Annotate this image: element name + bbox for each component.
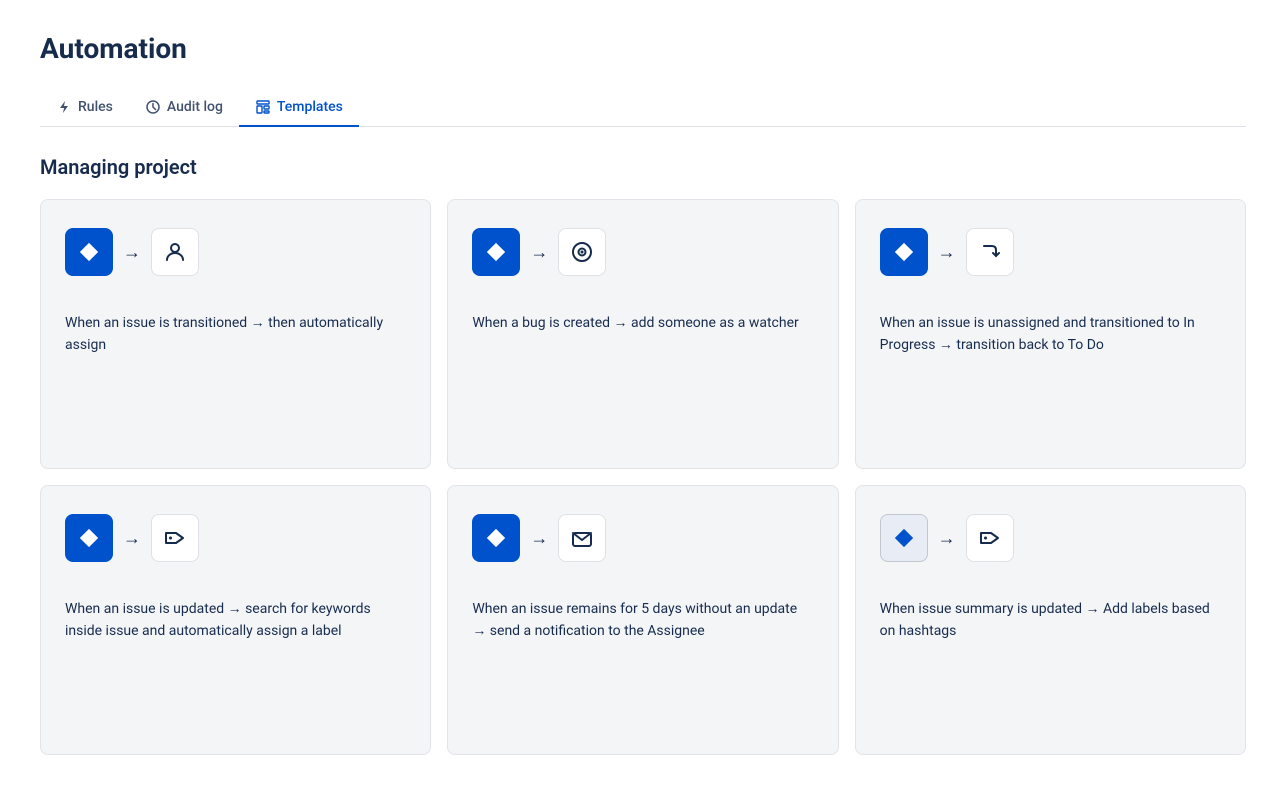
arrow-4: → bbox=[123, 528, 141, 549]
action-icon-1 bbox=[151, 228, 199, 276]
tab-templates[interactable]: Templates bbox=[239, 89, 359, 127]
card-5-description: When an issue remains for 5 days without… bbox=[472, 598, 813, 722]
trigger-icon-5 bbox=[472, 514, 520, 562]
trigger-icon-4 bbox=[65, 514, 113, 562]
card-2-icons: → bbox=[472, 228, 813, 276]
card-3[interactable]: → When an issue is unassigned and transi… bbox=[855, 199, 1246, 469]
template-icon bbox=[255, 99, 271, 115]
card-1-icons: → bbox=[65, 228, 406, 276]
lightning-icon bbox=[56, 99, 72, 115]
card-1[interactable]: → When an issue is transitioned → then a… bbox=[40, 199, 431, 469]
action-icon-4 bbox=[151, 514, 199, 562]
page-wrapper: Automation Rules Audit log bbox=[0, 0, 1286, 795]
card-5[interactable]: → When an issue remains for 5 days witho… bbox=[447, 485, 838, 755]
trigger-icon-6 bbox=[880, 514, 928, 562]
card-4-description: When an issue is updated → search for ke… bbox=[65, 598, 406, 722]
section-title: Managing project bbox=[40, 155, 1246, 179]
tab-audit-log[interactable]: Audit log bbox=[129, 89, 239, 127]
card-3-description: When an issue is unassigned and transiti… bbox=[880, 312, 1221, 436]
card-1-description: When an issue is transitioned → then aut… bbox=[65, 312, 406, 436]
card-6[interactable]: → When issue summary is updated → Add la… bbox=[855, 485, 1246, 755]
arrow-2: → bbox=[530, 242, 548, 263]
arrow-6: → bbox=[938, 528, 956, 549]
tabs-nav: Rules Audit log Templates bbox=[40, 89, 1246, 127]
action-icon-2 bbox=[558, 228, 606, 276]
trigger-icon-1 bbox=[65, 228, 113, 276]
tab-rules[interactable]: Rules bbox=[40, 89, 129, 127]
trigger-icon-2 bbox=[472, 228, 520, 276]
card-4-icons: → bbox=[65, 514, 406, 562]
card-4[interactable]: → When an issue is updated → search for … bbox=[40, 485, 431, 755]
card-6-icons: → bbox=[880, 514, 1221, 562]
card-3-icons: → bbox=[880, 228, 1221, 276]
action-icon-5 bbox=[558, 514, 606, 562]
action-icon-6 bbox=[966, 514, 1014, 562]
clock-circle-icon bbox=[145, 99, 161, 115]
arrow-1: → bbox=[123, 242, 141, 263]
card-2[interactable]: → When a bug is created → add someone as… bbox=[447, 199, 838, 469]
arrow-3: → bbox=[938, 242, 956, 263]
card-2-description: When a bug is created → add someone as a… bbox=[472, 312, 813, 436]
page-title: Automation bbox=[40, 32, 1246, 65]
card-5-icons: → bbox=[472, 514, 813, 562]
card-6-description: When issue summary is updated → Add labe… bbox=[880, 598, 1221, 722]
cards-grid: → When an issue is transitioned → then a… bbox=[40, 199, 1246, 755]
action-icon-3 bbox=[966, 228, 1014, 276]
trigger-icon-3 bbox=[880, 228, 928, 276]
arrow-5: → bbox=[530, 528, 548, 549]
